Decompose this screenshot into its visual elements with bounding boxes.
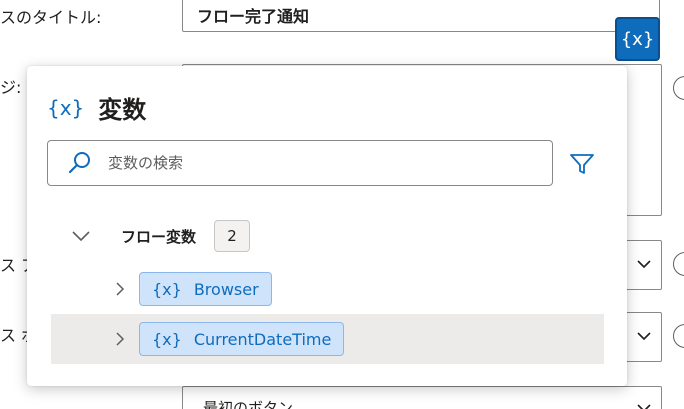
- title-field-label: スのタイトル:: [0, 8, 102, 27]
- field5-dropdown[interactable]: 最初のボタン: [182, 386, 662, 409]
- variable-name: Browser: [193, 279, 259, 299]
- search-input[interactable]: [108, 149, 528, 177]
- variable-name: CurrentDateTime: [193, 329, 332, 349]
- chevron-down-icon: [72, 231, 90, 242]
- filter-icon[interactable]: [569, 152, 595, 176]
- variable-row[interactable]: {x} CurrentDateTime: [51, 314, 604, 364]
- field3-info-icon[interactable]: [673, 252, 684, 276]
- variable-row[interactable]: {x} Browser: [51, 264, 604, 314]
- variable-icon: {x}: [47, 95, 85, 120]
- chevron-down-icon: [637, 404, 651, 409]
- variables-panel: {x} 変数 フロー変数 2 {x} Browser {x} CurrentDa…: [27, 66, 627, 386]
- message-field-label: ジ:: [0, 78, 22, 97]
- variable-icon: {x}: [152, 329, 182, 349]
- panel-title: 変数: [98, 96, 147, 124]
- panel-header: {x} 変数: [47, 90, 146, 125]
- variable-chip-browser[interactable]: {x} Browser: [139, 272, 272, 306]
- flow-variables-group[interactable]: フロー変数 2: [71, 220, 251, 252]
- chevron-right-icon[interactable]: [115, 282, 125, 296]
- message-info-icon[interactable]: [673, 76, 684, 100]
- insert-variable-button[interactable]: {x}: [615, 17, 660, 61]
- group-label: フロー変数: [121, 227, 197, 246]
- title-input[interactable]: フロー完了通知: [182, 0, 660, 32]
- variable-search-box[interactable]: [47, 140, 553, 186]
- search-icon: [68, 152, 90, 174]
- title-input-value: フロー完了通知: [197, 7, 310, 26]
- field5-value: 最初のボタン: [203, 399, 294, 409]
- variable-chip-currentdatetime[interactable]: {x} CurrentDateTime: [139, 322, 345, 356]
- field4-info-icon[interactable]: [673, 324, 684, 348]
- variable-icon: {x}: [152, 279, 182, 299]
- chevron-right-icon[interactable]: [115, 332, 125, 346]
- chevron-down-icon: [637, 260, 651, 269]
- chevron-down-icon: [637, 332, 651, 341]
- variable-count-badge: 2: [214, 220, 251, 252]
